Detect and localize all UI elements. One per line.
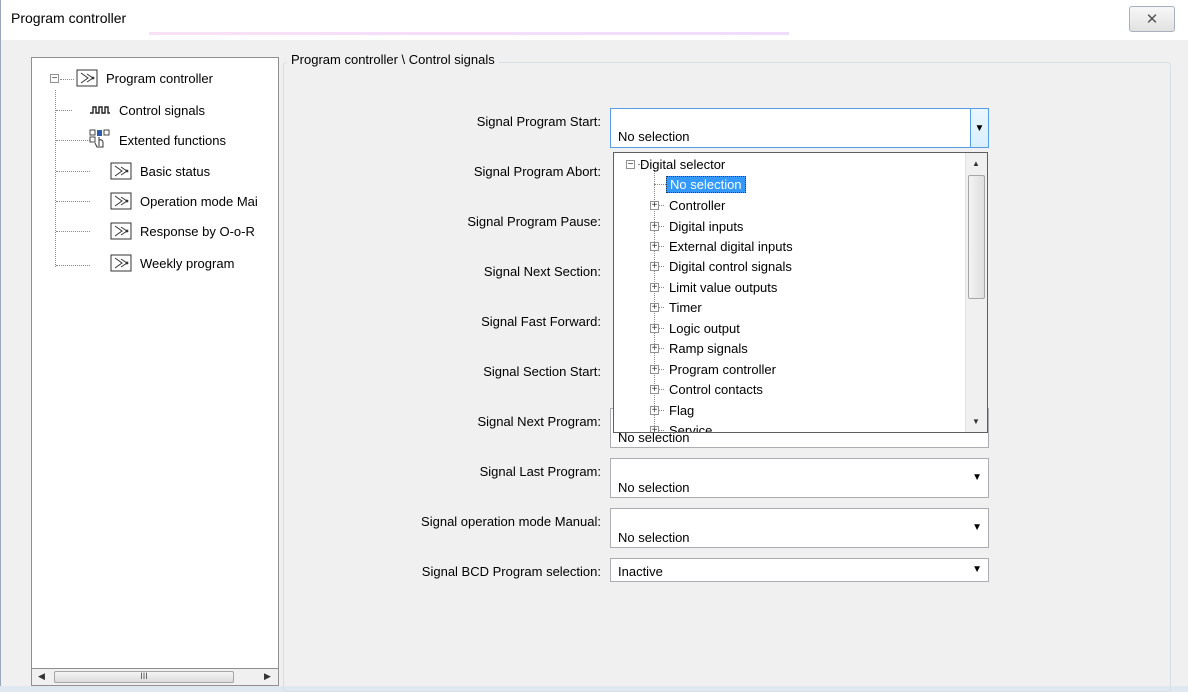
select-value: No selection <box>618 530 690 545</box>
tree-node-external-digital-inputs[interactable]: External digital inputs <box>669 236 793 256</box>
scroll-down-icon[interactable]: ▼ <box>972 417 980 426</box>
tree-horizontal-scrollbar[interactable]: ◀ III ▶ <box>31 668 279 686</box>
expand-icon[interactable]: + <box>650 262 659 272</box>
program-controller-icon <box>110 162 132 180</box>
select-value: No selection <box>618 129 690 144</box>
field-label-next-program: Signal Next Program: <box>477 414 601 429</box>
window-title: Program controller <box>11 10 127 26</box>
tree-node-digital-inputs[interactable]: Digital inputs <box>669 216 743 236</box>
scroll-right-icon[interactable]: ▶ <box>264 671 271 682</box>
tree-node-service[interactable]: Service <box>669 420 712 433</box>
tree-node-flag[interactable]: Flag <box>669 400 694 420</box>
pulse-signal-icon <box>90 106 110 114</box>
field-label-fast-forward: Signal Fast Forward: <box>481 314 601 329</box>
program-controller-icon <box>76 69 98 87</box>
tree-item-label: Operation mode Mai <box>140 193 258 209</box>
operation-mode-manual-select[interactable]: No selection ▼ <box>610 508 989 548</box>
chevron-down-icon: ▼ <box>972 564 982 575</box>
group-title: Program controller \ Control signals <box>287 52 499 67</box>
scrollbar-thumb[interactable]: III <box>54 671 234 683</box>
tree-item-control-signals[interactable]: Control signals <box>89 99 205 121</box>
tree-node-timer[interactable]: Timer <box>669 297 702 317</box>
scrollbar-grip-icon: III <box>140 671 148 681</box>
chevron-down-icon: ▼ <box>972 522 982 533</box>
expand-icon[interactable]: + <box>650 385 659 395</box>
field-label-next-section: Signal Next Section: <box>483 264 601 279</box>
expand-icon[interactable]: + <box>650 283 659 293</box>
tree-item-basic-status[interactable]: Basic status <box>110 160 210 182</box>
chevron-down-icon: ▼ <box>974 122 985 134</box>
tree-item-operation-mode[interactable]: Operation mode Mai <box>110 190 258 212</box>
expand-icon[interactable]: + <box>650 324 659 334</box>
tree-node-controller[interactable]: Controller <box>669 195 725 215</box>
tree-item-program-controller[interactable]: Program controller <box>76 67 213 89</box>
digital-selector-dropdown[interactable]: − Digital selector No selection + Contro… <box>613 152 988 433</box>
close-icon: ✕ <box>1145 11 1159 28</box>
field-label-program-pause: Signal Program Pause: <box>467 214 601 229</box>
tree-item-label: Basic status <box>140 163 211 179</box>
program-controller-icon <box>110 222 132 240</box>
scroll-left-icon[interactable]: ◀ <box>38 671 45 682</box>
dropdown-vertical-scrollbar[interactable]: ▲ ▼ <box>965 153 987 432</box>
bcd-program-selection-select[interactable]: Inactive ▼ <box>610 558 989 582</box>
tree-item-label: Weekly program <box>140 255 235 271</box>
hand-pointer-icon <box>89 129 110 148</box>
last-program-select[interactable]: No selection ▼ <box>610 458 989 498</box>
field-label-program-abort: Signal Program Abort: <box>473 164 601 179</box>
select-value: No selection <box>618 480 690 495</box>
tree-item-extended-functions[interactable]: Extented functions <box>89 129 226 151</box>
program-controller-icon <box>110 254 132 272</box>
program-controller-icon <box>110 192 132 210</box>
program-controller-window: Program controller ✕ − Program controlle… <box>0 0 1188 692</box>
tree-node-program-controller[interactable]: Program controller <box>669 359 776 379</box>
tree-node-limit-value-outputs[interactable]: Limit value outputs <box>669 277 777 297</box>
tree-item-label: Program controller <box>106 70 213 86</box>
chevron-down-icon: ▼ <box>972 472 982 483</box>
tree-item-label: Control signals <box>119 102 205 118</box>
tree-item-response-by-oor[interactable]: Response by O-o-R <box>110 220 255 242</box>
dropdown-button[interactable]: ▼ <box>970 109 988 147</box>
collapse-icon[interactable]: − <box>50 74 59 84</box>
field-label-section-start: Signal Section Start: <box>483 364 601 379</box>
field-label-bcd-program-selection: Signal BCD Program selection: <box>421 564 601 579</box>
scrollbar-thumb[interactable] <box>968 175 985 299</box>
title-decoration <box>149 32 789 35</box>
tree-node-ramp-signals[interactable]: Ramp signals <box>669 338 748 358</box>
option-no-selection[interactable]: No selection <box>666 174 746 194</box>
tree-node-digital-control-signals[interactable]: Digital control signals <box>669 256 792 276</box>
tree-node-logic-output[interactable]: Logic output <box>669 318 740 338</box>
tree-item-label: Extented functions <box>119 132 226 148</box>
tree-node-digital-selector[interactable]: Digital selector <box>640 154 725 174</box>
navigation-tree[interactable]: − Program controller Control signals Ext… <box>31 57 279 686</box>
tree-item-label: Response by O-o-R <box>140 223 255 239</box>
collapse-icon[interactable]: − <box>626 160 635 170</box>
tree-node-control-contacts[interactable]: Control contacts <box>669 379 763 399</box>
field-label-last-program: Signal Last Program: <box>479 464 601 479</box>
expand-icon[interactable]: + <box>650 426 659 432</box>
tree-item-weekly-program[interactable]: Weekly program <box>110 252 234 274</box>
expand-icon[interactable]: + <box>650 242 659 252</box>
program-start-select[interactable]: No selection ▼ <box>610 108 989 148</box>
field-label-operation-mode-manual: Signal operation mode Manual: <box>421 514 601 529</box>
expand-icon[interactable]: + <box>650 222 659 232</box>
scroll-up-icon[interactable]: ▲ <box>972 159 980 168</box>
field-label-program-start: Signal Program Start: <box>476 114 601 129</box>
title-bar: Program controller ✕ <box>1 0 1188 40</box>
expand-icon[interactable]: + <box>650 365 659 375</box>
expand-icon[interactable]: + <box>650 344 659 354</box>
close-button[interactable]: ✕ <box>1129 6 1175 32</box>
expand-icon[interactable]: + <box>650 406 659 416</box>
expand-icon[interactable]: + <box>650 303 659 313</box>
expand-icon[interactable]: + <box>650 201 659 211</box>
select-value: Inactive <box>618 564 663 579</box>
